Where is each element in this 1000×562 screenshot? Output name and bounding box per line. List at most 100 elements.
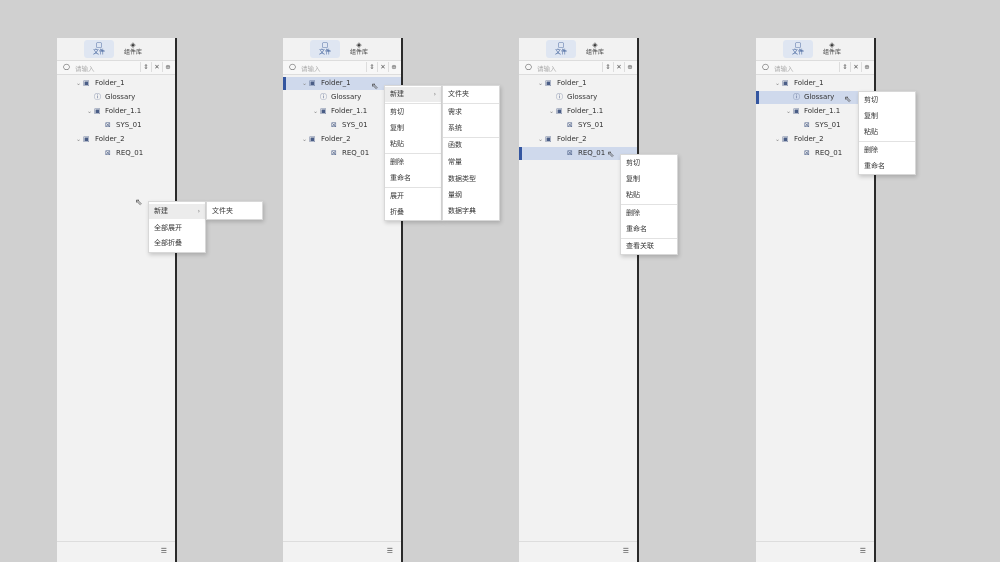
folder-icon: ▣	[793, 107, 800, 115]
tree-item-glossary[interactable]: ⓘ Glossary	[519, 91, 637, 104]
menu-item-new[interactable]: 新建 ›	[149, 204, 205, 219]
menu-item-delete[interactable]: 删除	[859, 143, 915, 158]
tab-files[interactable]: ▢ 文件	[310, 40, 340, 58]
expand-icon[interactable]: ⇕	[839, 62, 850, 72]
search-input[interactable]: 请输入	[774, 63, 794, 73]
chevron-down-icon[interactable]: ⌄	[76, 133, 81, 146]
folder-icon: ▣	[83, 135, 90, 143]
tree-item-folder-2[interactable]: ⌄ ▣ Folder_2	[756, 133, 874, 146]
chevron-down-icon[interactable]: ⌄	[313, 105, 318, 118]
tab-library[interactable]: ◈ 组件库	[344, 40, 374, 58]
settings-icon[interactable]: ☰	[161, 547, 167, 555]
tree-item-sys-01[interactable]: ⊠ SYS_01	[756, 119, 874, 132]
tree-item-folder-1-1[interactable]: ⌄ ▣ Folder_1.1	[57, 105, 175, 118]
tree-item-req-01[interactable]: ⊠ REQ_01	[57, 147, 175, 160]
cursor-icon: ⇖	[135, 198, 143, 208]
library-icon: ◈	[130, 40, 136, 49]
menu-item-copy[interactable]: 复制	[621, 172, 677, 187]
tree-item-sys-01[interactable]: ⊠ SYS_01	[519, 119, 637, 132]
search-input[interactable]: 请输入	[75, 63, 95, 73]
menu-item-delete[interactable]: 删除	[621, 206, 677, 221]
tree-item-glossary[interactable]: ⓘ Glossary	[756, 91, 874, 104]
tree-item-folder-1[interactable]: ⌄ ▣ Folder_1	[57, 77, 175, 90]
menu-item-function[interactable]: 函数	[443, 138, 499, 153]
explorer-panel-1: ▢ 文件 ◈ 组件库 ○ 请输入 ⇕ ✕ ⊕ ⌄ ▣ Folder_1 ⓘ Glossar…	[57, 38, 177, 562]
tree-item-sys-01[interactable]: ⊠ SYS_01	[57, 119, 175, 132]
tab-files[interactable]: ▢ 文件	[84, 40, 114, 58]
tree-item-folder-1[interactable]: ⌄ ▣ Folder_1	[519, 77, 637, 90]
tab-library[interactable]: ◈ 组件库	[580, 40, 610, 58]
chevron-down-icon[interactable]: ⌄	[775, 77, 780, 90]
settings-icon[interactable]: ☰	[860, 547, 866, 555]
tree-item-folder-1-1[interactable]: ⌄ ▣ Folder_1.1	[756, 105, 874, 118]
menu-item-collapse[interactable]: 折叠	[385, 205, 441, 220]
menu-item-rename[interactable]: 重命名	[621, 222, 677, 237]
tab-library[interactable]: ◈ 组件库	[817, 40, 847, 58]
menu-item-view-links[interactable]: 查看关联	[621, 239, 677, 254]
menu-item-requirement[interactable]: 需求	[443, 105, 499, 120]
chevron-down-icon[interactable]: ⌄	[87, 105, 92, 118]
chevron-down-icon[interactable]: ⌄	[775, 133, 780, 146]
chevron-down-icon[interactable]: ⌄	[302, 133, 307, 146]
menu-item-dimension[interactable]: 量纲	[443, 188, 499, 203]
tree-item-folder-2[interactable]: ⌄ ▣ Folder_2	[57, 133, 175, 146]
locate-icon[interactable]: ⊕	[624, 62, 635, 72]
menu-item-rename[interactable]: 重命名	[859, 159, 915, 174]
menu-item-data-dictionary[interactable]: 数据字典	[443, 204, 499, 219]
search-input[interactable]: 请输入	[537, 63, 557, 73]
menu-item-data-type[interactable]: 数据类型	[443, 172, 499, 187]
menu-item-delete[interactable]: 删除	[385, 155, 441, 170]
context-menu-blank: 新建 › 全部展开 全部折叠	[148, 201, 206, 253]
tree-item-folder-1[interactable]: ⌄ ▣ Folder_1	[756, 77, 874, 90]
tree-item-folder-1-1[interactable]: ⌄ ▣ Folder_1.1	[519, 105, 637, 118]
menu-divider	[385, 187, 441, 188]
menu-item-rename[interactable]: 重命名	[385, 171, 441, 186]
menu-item-paste[interactable]: 粘贴	[621, 188, 677, 203]
menu-divider	[443, 103, 499, 104]
collapse-icon[interactable]: ✕	[377, 62, 388, 72]
context-menu-item: 剪切 复制 粘贴 删除 重命名 查看关联	[620, 154, 678, 255]
chevron-down-icon[interactable]: ⌄	[76, 77, 81, 90]
chevron-down-icon[interactable]: ⌄	[549, 105, 554, 118]
menu-item-folder[interactable]: 文件夹	[207, 204, 262, 219]
menu-item-paste[interactable]: 粘贴	[859, 125, 915, 140]
menu-item-system[interactable]: 系统	[443, 121, 499, 136]
collapse-icon[interactable]: ✕	[850, 62, 861, 72]
component-icon: ⊠	[331, 149, 337, 157]
chevron-down-icon[interactable]: ⌄	[538, 133, 543, 146]
chevron-down-icon[interactable]: ⌄	[786, 105, 791, 118]
tree-item-folder-2[interactable]: ⌄ ▣ Folder_2	[519, 133, 637, 146]
settings-icon[interactable]: ☰	[623, 547, 629, 555]
menu-item-cut[interactable]: 剪切	[621, 156, 677, 171]
collapse-icon[interactable]: ✕	[151, 62, 162, 72]
menu-item-constant[interactable]: 常量	[443, 155, 499, 170]
locate-icon[interactable]: ⊕	[162, 62, 173, 72]
expand-icon[interactable]: ⇕	[140, 62, 151, 72]
locate-icon[interactable]: ⊕	[861, 62, 872, 72]
expand-icon[interactable]: ⇕	[602, 62, 613, 72]
locate-icon[interactable]: ⊕	[388, 62, 399, 72]
menu-item-paste[interactable]: 粘贴	[385, 137, 441, 152]
chevron-down-icon[interactable]: ⌄	[302, 77, 307, 90]
settings-icon[interactable]: ☰	[387, 547, 393, 555]
expand-icon[interactable]: ⇕	[366, 62, 377, 72]
tree-item-glossary[interactable]: ⓘ Glossary	[57, 91, 175, 104]
menu-item-new[interactable]: 新建 ›	[385, 87, 441, 102]
tab-library[interactable]: ◈ 组件库	[118, 40, 148, 58]
menu-item-collapse-all[interactable]: 全部折叠	[149, 236, 205, 251]
tab-files[interactable]: ▢ 文件	[546, 40, 576, 58]
tree-item-req-01[interactable]: ⊠ REQ_01	[756, 147, 874, 160]
tab-files[interactable]: ▢ 文件	[783, 40, 813, 58]
collapse-icon[interactable]: ✕	[613, 62, 624, 72]
search-icon: ○	[63, 62, 70, 71]
chevron-down-icon[interactable]: ⌄	[538, 77, 543, 90]
menu-item-cut[interactable]: 剪切	[385, 105, 441, 120]
search-input[interactable]: 请输入	[301, 63, 321, 73]
menu-item-expand[interactable]: 展开	[385, 189, 441, 204]
folder-icon: ▣	[782, 135, 789, 143]
menu-item-expand-all[interactable]: 全部展开	[149, 221, 205, 236]
menu-item-copy[interactable]: 复制	[859, 109, 915, 124]
menu-item-cut[interactable]: 剪切	[859, 93, 915, 108]
menu-item-copy[interactable]: 复制	[385, 121, 441, 136]
menu-item-folder[interactable]: 文件夹	[443, 87, 499, 102]
